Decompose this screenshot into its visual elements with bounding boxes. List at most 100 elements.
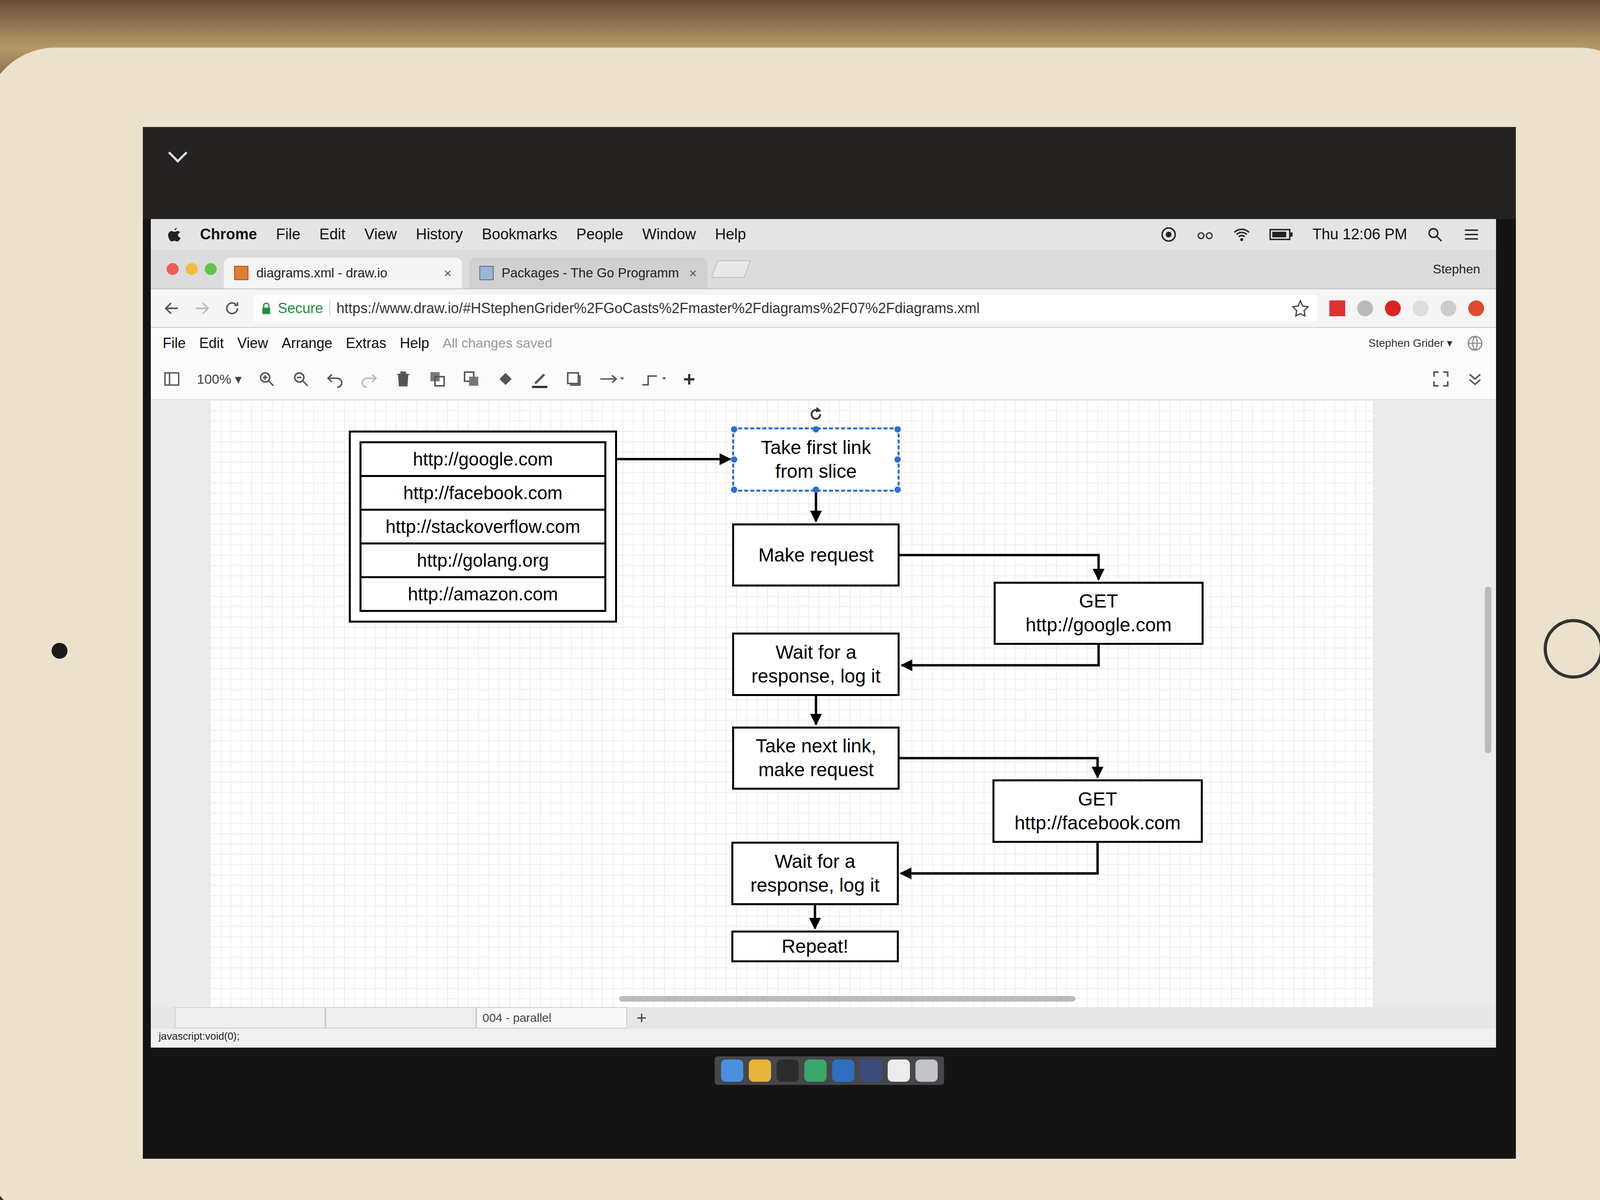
close-window-icon[interactable] (166, 263, 179, 275)
redo-icon[interactable] (359, 369, 379, 389)
scrollbar[interactable] (1484, 586, 1492, 754)
insert-button[interactable]: + (682, 367, 695, 391)
dock-app-icon[interactable] (748, 1059, 772, 1082)
back-icon[interactable] (162, 299, 181, 318)
menu-item[interactable]: View (364, 225, 397, 243)
extension-icon[interactable] (1440, 300, 1457, 317)
menu-item[interactable]: History (415, 225, 463, 243)
menu-item[interactable]: Bookmarks (481, 225, 558, 243)
menu-item[interactable]: Edit (199, 334, 224, 352)
menu-item[interactable]: Help (400, 334, 430, 352)
menu-item[interactable]: View (237, 334, 268, 352)
browser-tab[interactable]: Packages - The Go Programm × (469, 257, 708, 289)
dock-app-icon[interactable] (915, 1059, 938, 1082)
app-name[interactable]: Chrome (200, 225, 258, 243)
flow-node[interactable]: GEThttp://facebook.com (992, 779, 1203, 843)
extension-icon[interactable] (1357, 300, 1374, 317)
zoom-out-icon[interactable] (291, 369, 310, 389)
dock-app-icon[interactable] (859, 1059, 883, 1082)
extension-icon[interactable] (1412, 300, 1429, 317)
battery-icon[interactable] (1269, 225, 1294, 244)
page-tab[interactable] (174, 1007, 326, 1029)
zoom-in-icon[interactable] (257, 369, 276, 389)
url-field[interactable]: Secure https://www.draw.io/#HStephenGrid… (253, 294, 1318, 322)
menu-item[interactable]: File (276, 225, 301, 243)
flow-node[interactable]: Repeat! (731, 930, 899, 963)
flow-node[interactable]: GEThttp://google.com (993, 581, 1204, 645)
edge-arrow[interactable] (814, 696, 818, 725)
resize-handle[interactable] (730, 456, 738, 463)
new-tab-button[interactable] (711, 260, 751, 278)
rotate-icon[interactable] (807, 405, 825, 424)
collapse-icon[interactable] (1465, 369, 1485, 389)
flow-node[interactable]: Take next link,make request (732, 726, 900, 790)
glasses-icon[interactable] (1196, 225, 1214, 244)
menu-item[interactable]: Arrange (281, 334, 333, 352)
forward-icon[interactable] (192, 299, 212, 318)
flow-node[interactable]: Make request (732, 523, 900, 587)
profile-name[interactable]: Stephen (1432, 261, 1481, 277)
resize-handle[interactable] (730, 426, 738, 433)
slice-item[interactable]: http://google.com (359, 441, 607, 477)
minimize-window-icon[interactable] (185, 263, 198, 275)
chevron-down-icon[interactable] (166, 150, 189, 164)
menu-item[interactable]: File (162, 334, 186, 352)
dock-app-icon[interactable] (776, 1059, 799, 1082)
flow-node[interactable]: Wait for aresponse, log it (731, 841, 899, 905)
slice-item[interactable]: http://amazon.com (359, 576, 607, 612)
resize-handle[interactable] (812, 426, 820, 433)
diagram-canvas[interactable]: http://google.comhttp://facebook.comhttp… (150, 400, 1497, 1008)
edge-arrow[interactable] (901, 644, 1099, 666)
to-back-icon[interactable] (462, 369, 481, 389)
dock-app-icon[interactable] (804, 1059, 827, 1082)
edge-arrow[interactable] (899, 555, 1099, 580)
add-page-button[interactable]: + (626, 1007, 657, 1029)
shadow-icon[interactable] (564, 369, 583, 389)
to-front-icon[interactable] (428, 369, 447, 389)
menu-item[interactable]: Edit (319, 225, 346, 243)
undo-icon[interactable] (325, 369, 345, 389)
edge-arrow[interactable] (899, 757, 1098, 778)
dock-app-icon[interactable] (721, 1059, 744, 1082)
fill-color-icon[interactable] (496, 369, 515, 389)
flow-node[interactable]: Take first linkfrom slice (732, 427, 900, 492)
format-panel-icon[interactable] (162, 369, 181, 389)
fullscreen-icon[interactable] (1431, 369, 1450, 389)
wifi-icon[interactable] (1232, 225, 1251, 244)
reload-icon[interactable] (223, 299, 242, 318)
extension-icon[interactable] (1468, 300, 1485, 317)
slice-item[interactable]: http://facebook.com (359, 475, 607, 511)
line-color-icon[interactable] (530, 369, 549, 389)
zoom-window-icon[interactable] (204, 263, 217, 275)
slice-box[interactable]: http://google.comhttp://facebook.comhttp… (348, 430, 618, 623)
scrollbar[interactable] (619, 996, 1076, 1002)
extension-icon[interactable] (1384, 300, 1401, 317)
search-icon[interactable] (1426, 225, 1444, 244)
menu-item[interactable]: Window (642, 225, 697, 243)
edge-arrow[interactable] (813, 905, 817, 929)
globe-icon[interactable] (1465, 334, 1485, 353)
dock-app-icon[interactable] (887, 1059, 910, 1082)
edge-arrow[interactable] (617, 457, 731, 461)
menu-item[interactable]: Extras (346, 334, 387, 352)
menu-item[interactable]: People (576, 225, 624, 243)
dock-app-icon[interactable] (832, 1059, 855, 1082)
edge-arrow[interactable] (814, 491, 818, 522)
slice-item[interactable]: http://stackoverflow.com (359, 508, 607, 545)
flow-node[interactable]: Wait for aresponse, log it (732, 632, 900, 696)
tab-close-button[interactable]: × (688, 265, 697, 281)
tab-close-button[interactable]: × (443, 265, 452, 281)
edge-arrow[interactable] (900, 842, 1098, 874)
menu-item[interactable]: Help (715, 225, 747, 243)
connection-icon[interactable] (598, 369, 625, 389)
list-icon[interactable] (1462, 225, 1481, 244)
zoom-dropdown[interactable]: 100% ▾ (196, 371, 242, 387)
home-button[interactable] (1543, 619, 1600, 679)
delete-icon[interactable] (394, 369, 413, 389)
page-tab[interactable]: 004 - parallel (476, 1007, 627, 1029)
page-tab[interactable] (325, 1007, 477, 1029)
user-menu[interactable]: Stephen Grider ▾ (1368, 336, 1453, 350)
waypoints-icon[interactable] (640, 369, 668, 389)
apple-icon[interactable] (166, 226, 181, 243)
record-icon[interactable] (1159, 225, 1178, 244)
